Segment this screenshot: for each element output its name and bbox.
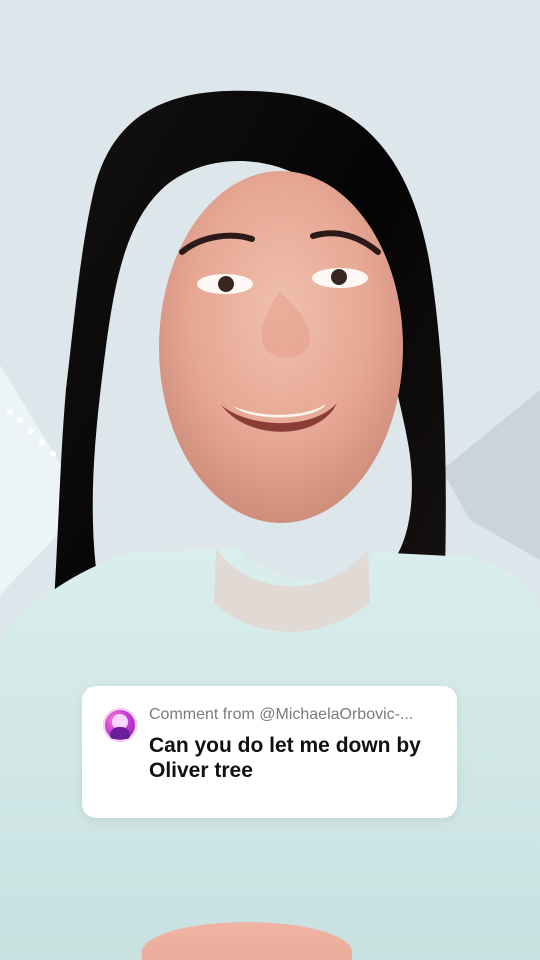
comment-text: Can you do let me down by Oliver tree	[149, 734, 421, 782]
commenter-avatar	[103, 708, 137, 742]
right-pupil	[331, 269, 347, 285]
left-pupil	[218, 276, 234, 292]
comment-reply-card: Comment from @MichaelaOrbovic-... Can yo…	[82, 686, 457, 818]
comment-username: @MichaelaOrbovic-...	[259, 706, 414, 723]
comment-header: Comment from @MichaelaOrbovic-...	[149, 705, 439, 725]
comment-prefix: Comment from	[149, 706, 255, 723]
video-screen: Comment from @MichaelaOrbovic-... Can yo…	[0, 0, 540, 960]
